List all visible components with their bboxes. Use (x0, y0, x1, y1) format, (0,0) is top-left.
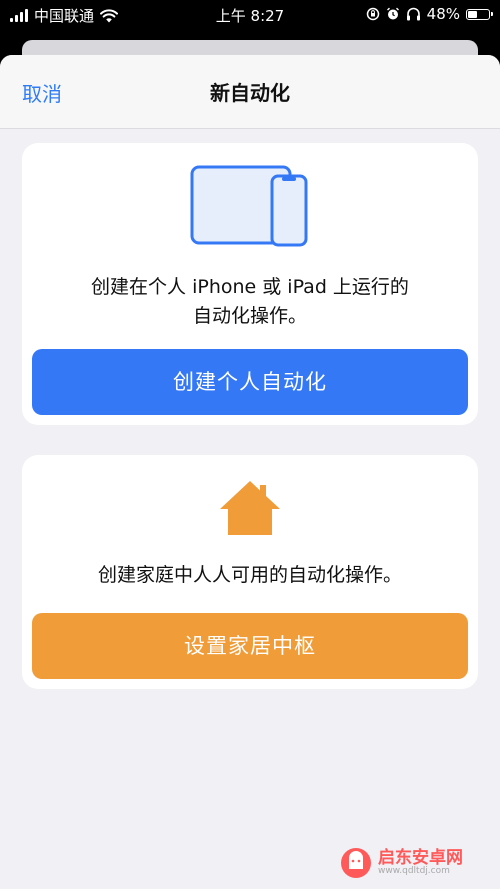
watermark: 启东安卓网 www.qdltdj.com (340, 843, 490, 883)
alarm-icon (386, 7, 399, 20)
iphone-ipad-icon (190, 165, 308, 247)
rotation-lock-icon (366, 7, 379, 21)
watermark-text: 启东安卓网 www.qdltdj.com (378, 849, 463, 878)
battery-icon (466, 8, 493, 20)
personal-automation-description: 创建在个人 iPhone 或 iPad 上运行的 自动化操作。 (42, 273, 458, 331)
watermark-url: www.qdltdj.com (378, 866, 450, 877)
home-automation-card: 创建家庭中人人可用的自动化操作。 设置家居中枢 (22, 455, 478, 689)
screen: 中国联通 上午 8:27 48% 取消 新自动化 创建在个人 iPhone 或 … (0, 0, 500, 889)
nav-bar: 取消 新自动化 (0, 55, 500, 129)
status-bar: 中国联通 上午 8:27 48% (0, 0, 500, 30)
personal-automation-card: 创建在个人 iPhone 或 iPad 上运行的 自动化操作。 创建个人自动化 (22, 143, 478, 425)
create-personal-automation-button[interactable]: 创建个人自动化 (32, 349, 468, 415)
headphones-icon (406, 7, 420, 21)
watermark-logo-icon (341, 848, 371, 878)
battery-fill (468, 10, 477, 18)
description-line-2: 自动化操作。 (192, 305, 307, 327)
description-line-1: 创建在个人 iPhone 或 iPad 上运行的 (91, 276, 409, 298)
home-automation-description: 创建家庭中人人可用的自动化操作。 (97, 564, 402, 586)
setup-home-hub-button[interactable]: 设置家居中枢 (32, 613, 468, 679)
page-title: 新自动化 (210, 81, 290, 105)
status-right: 48% (366, 5, 493, 23)
battery-percent: 48% (426, 5, 460, 23)
watermark-name: 启东安卓网 (378, 847, 463, 868)
new-automation-sheet: 取消 新自动化 创建在个人 iPhone 或 iPad 上运行的 自动化操作。 … (0, 55, 500, 889)
house-icon (220, 481, 280, 535)
